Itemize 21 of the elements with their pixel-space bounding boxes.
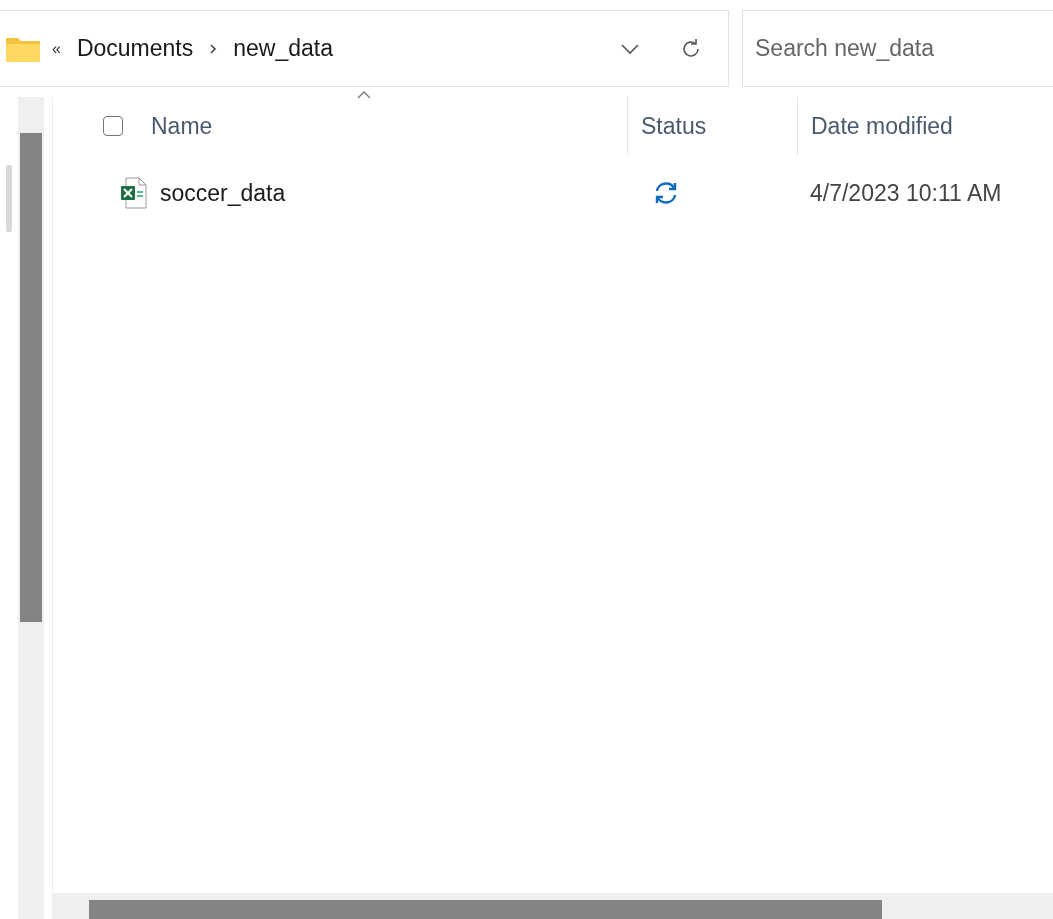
- column-header[interactable]: Name: [151, 112, 213, 140]
- vertical-scrollbar[interactable]: [18, 97, 44, 919]
- scroll-indicator: [6, 165, 12, 232]
- breadcrumb-item[interactable]: new_data: [233, 35, 333, 62]
- select-all-checkbox[interactable]: [103, 116, 123, 136]
- horizontal-scrollbar[interactable]: [53, 893, 1053, 919]
- address-bar[interactable]: « Documents new_data: [0, 10, 729, 87]
- column-header[interactable]: Status: [641, 112, 707, 140]
- refresh-icon[interactable]: [680, 37, 702, 60]
- overflow-chevron[interactable]: «: [52, 39, 61, 58]
- file-name: soccer_data: [160, 179, 286, 207]
- dropdown-chevron-icon[interactable]: [620, 42, 640, 55]
- date-modified: 4/7/2023 10:11 AM: [810, 179, 1002, 207]
- file-row[interactable]: soccer_data 4/7/2023 10:11 AM: [53, 155, 1053, 231]
- sync-icon: [653, 181, 679, 205]
- chevron-right-icon: [209, 42, 218, 55]
- search-field[interactable]: Search new_data: [742, 10, 1053, 87]
- breadcrumb-item[interactable]: Documents: [76, 35, 194, 62]
- spreadsheet-file-icon: [120, 177, 148, 209]
- folder-icon: [6, 35, 40, 62]
- column-header[interactable]: Date modified: [811, 112, 953, 140]
